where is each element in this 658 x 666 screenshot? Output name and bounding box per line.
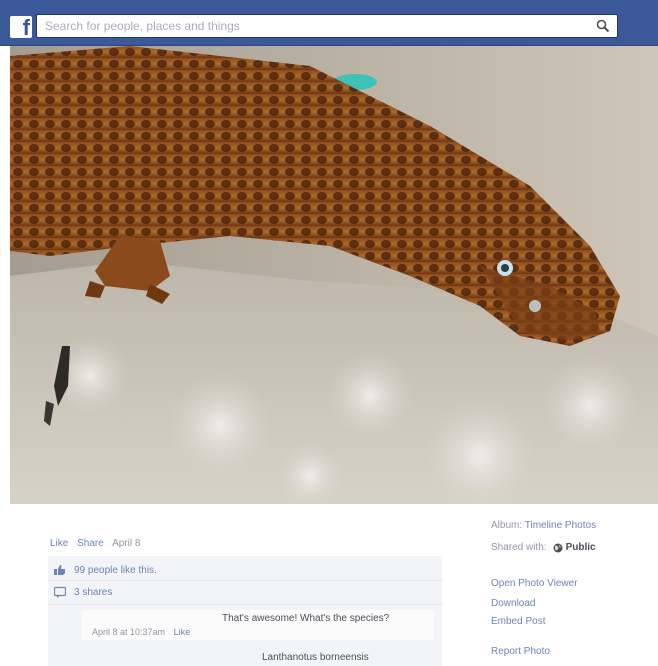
top-bar: f: [0, 0, 658, 46]
embed-post-link[interactable]: Embed Post: [491, 616, 545, 627]
privacy-value[interactable]: Public: [566, 542, 596, 553]
globe-icon: [553, 543, 563, 552]
facebook-logo-icon[interactable]: f: [10, 16, 32, 38]
divider: [48, 604, 442, 605]
comment-time[interactable]: April 8 at 10:37am: [92, 627, 165, 637]
like-link[interactable]: Like: [50, 538, 68, 549]
post-date[interactable]: April 8: [112, 538, 140, 549]
feedback-box: 99 people like this. 3 shares That's awe…: [48, 556, 442, 666]
download-link[interactable]: Download: [491, 598, 535, 609]
photo-image: [10, 46, 658, 504]
open-photo-viewer-link[interactable]: Open Photo Viewer: [491, 578, 578, 589]
share-icon: [54, 586, 66, 598]
search-icon[interactable]: [595, 18, 611, 34]
comment-like-link[interactable]: Like: [174, 627, 191, 637]
search-box: [36, 14, 618, 38]
logo-letter: f: [22, 16, 30, 38]
share-link[interactable]: Share: [77, 538, 104, 549]
shared-with-label: Shared with:: [491, 542, 547, 553]
shared-with: Shared with: Public: [491, 542, 596, 553]
comment-meta: April 8 at 10:37am Like: [92, 627, 190, 637]
likes-row[interactable]: 99 people like this.: [54, 564, 157, 576]
comment-text: That's awesome! What's the species?: [222, 613, 390, 624]
lizard-photo[interactable]: [10, 46, 658, 504]
comment: That's awesome! What's the species? Apri…: [82, 610, 434, 640]
thumbs-up-icon: [54, 565, 65, 575]
shares-text: 3 shares: [74, 586, 113, 598]
comment: Lanthanotus borneensis: [82, 652, 434, 666]
search-input[interactable]: [37, 15, 577, 37]
comment-text: Lanthanotus borneensis: [262, 652, 369, 663]
likes-text: 99 people like this.: [74, 564, 157, 576]
post-actions: Like Share April 8: [50, 538, 146, 549]
album-info: Album: Timeline Photos: [491, 520, 596, 531]
album-link[interactable]: Timeline Photos: [525, 520, 596, 531]
divider: [48, 580, 442, 581]
report-photo-link[interactable]: Report Photo: [491, 646, 550, 657]
shares-row[interactable]: 3 shares: [54, 586, 112, 598]
album-prefix: Album:: [491, 520, 523, 531]
